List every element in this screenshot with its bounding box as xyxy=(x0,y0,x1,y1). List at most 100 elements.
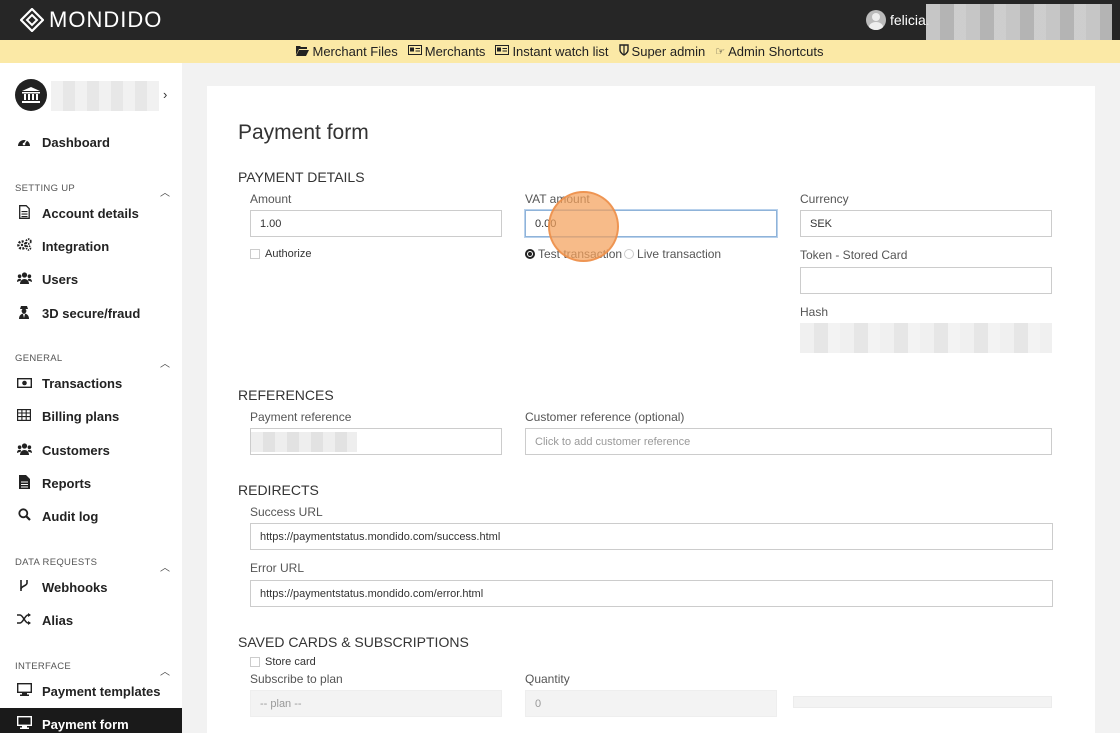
admin-link-super-admin[interactable]: Super admin xyxy=(618,44,706,59)
search-icon xyxy=(16,508,32,524)
redacted-subscription-field[interactable] xyxy=(793,696,1052,708)
sidebar-item-label: Payment form xyxy=(42,716,129,732)
id-card-icon xyxy=(495,45,510,58)
vat-amount-label: VAT amount xyxy=(525,192,590,206)
desktop-icon xyxy=(16,715,32,732)
sidebar-item-payment-form[interactable]: Payment form xyxy=(16,714,176,733)
sidebar-item-label: Webhooks xyxy=(42,579,108,595)
section-heading-payment-details: PAYMENT DETAILS xyxy=(238,169,365,185)
section-label-setting-up: SETTING UP xyxy=(15,183,76,194)
user-name: felicia. xyxy=(890,12,930,28)
brand-name: MONDIDO xyxy=(49,7,163,32)
users-icon xyxy=(16,442,32,458)
store-card-checkbox[interactable]: Store card xyxy=(250,656,316,668)
sidebar-item-audit-log[interactable]: Audit log xyxy=(16,506,176,526)
radio-dot xyxy=(624,249,635,259)
chevron-up-icon[interactable]: ︿ xyxy=(160,355,170,370)
authorize-checkbox[interactable]: Authorize xyxy=(250,248,311,260)
store-card-label: Store card xyxy=(265,656,316,668)
quantity-input[interactable] xyxy=(525,690,777,717)
sidebar-item-users[interactable]: Users xyxy=(16,269,176,289)
radio-label: Live transaction xyxy=(637,247,722,261)
admin-link-merchant-files[interactable]: Merchant Files xyxy=(296,44,398,59)
admin-link-merchants[interactable]: Merchants xyxy=(407,44,485,59)
chevron-up-icon[interactable]: ︿ xyxy=(160,663,170,678)
avatar xyxy=(866,10,886,30)
sidebar-item-label: Alias xyxy=(42,612,74,628)
redacted-user-info xyxy=(926,4,1112,42)
admin-link-label: Super admin xyxy=(631,44,706,59)
section-heading-references: REFERENCES xyxy=(238,387,334,403)
error-url-label: Error URL xyxy=(250,561,305,575)
sidebar-item-label: Payment templates xyxy=(42,683,161,699)
amount-input[interactable] xyxy=(250,210,502,237)
sidebar-item-label: Customers xyxy=(42,442,110,458)
sidebar-item-label: Reports xyxy=(42,475,92,491)
chevron-up-icon[interactable]: ︿ xyxy=(160,559,170,574)
section-label-general: GENERAL xyxy=(15,353,63,364)
sidebar-item-dashboard[interactable]: Dashboard xyxy=(16,132,176,152)
folder-open-icon xyxy=(296,45,310,59)
quantity-label: Quantity xyxy=(525,672,570,686)
sidebar-item-label: Account details xyxy=(42,205,139,221)
sidebar-item-label: 3D secure/fraud xyxy=(42,305,141,321)
user-menu[interactable]: felicia. xyxy=(866,9,930,31)
top-bar: MONDIDO felicia. xyxy=(0,0,1120,42)
authorize-label: Authorize xyxy=(265,248,312,260)
hash-field-redacted[interactable] xyxy=(800,323,1052,353)
admin-link-instant-watch-list[interactable]: Instant watch list xyxy=(495,44,609,59)
subscribe-to-plan-label: Subscribe to plan xyxy=(250,672,343,686)
sidebar-item-label: Audit log xyxy=(42,508,99,524)
redacted-payment-reference xyxy=(251,432,357,452)
shield-icon xyxy=(618,44,629,59)
section-heading-saved-cards: SAVED CARDS & SUBSCRIPTIONS xyxy=(238,634,469,650)
table-icon xyxy=(16,408,32,424)
sidebar-item-billing-plans[interactable]: Billing plans xyxy=(16,406,176,426)
sidebar-item-label: Dashboard xyxy=(42,134,110,150)
document-icon xyxy=(16,204,32,222)
sidebar-item-label: Users xyxy=(42,271,79,287)
payment-reference-input[interactable] xyxy=(250,428,502,455)
money-bill-icon xyxy=(16,376,32,391)
bank-icon xyxy=(15,79,47,111)
customer-reference-input[interactable] xyxy=(525,428,1052,455)
desktop-icon xyxy=(16,682,32,699)
customer-reference-label: Customer reference (optional) xyxy=(525,410,685,424)
sidebar-item-transactions[interactable]: Transactions xyxy=(16,373,176,393)
sidebar-item-payment-templates[interactable]: Payment templates xyxy=(16,681,176,701)
currency-input[interactable] xyxy=(800,210,1052,237)
success-url-label: Success URL xyxy=(250,505,323,519)
sidebar-item-3d-secure-fraud[interactable]: 3D secure/fraud xyxy=(16,303,176,323)
subscribe-plan-select[interactable] xyxy=(250,690,502,717)
admin-link-label: Admin Shortcuts xyxy=(728,44,824,59)
radio-live-transaction[interactable]: Live transaction xyxy=(624,247,721,261)
token-stored-card-label: Token - Stored Card xyxy=(800,248,908,262)
token-stored-card-input[interactable] xyxy=(800,267,1052,294)
vat-amount-input[interactable] xyxy=(525,210,777,237)
checkbox-box xyxy=(250,657,260,667)
transaction-mode-radio-group: Test transaction Live transaction xyxy=(525,247,721,261)
sidebar-item-integration[interactable]: Integration xyxy=(16,236,176,256)
user-secret-icon xyxy=(16,305,32,322)
error-url-input[interactable] xyxy=(250,580,1053,607)
success-url-input[interactable] xyxy=(250,523,1053,550)
id-card-icon xyxy=(407,45,422,58)
admin-bar: Merchant Files Merchants Instant watch l… xyxy=(0,40,1120,63)
payment-reference-label: Payment reference xyxy=(250,410,352,424)
sidebar-item-customers[interactable]: Customers xyxy=(16,440,176,460)
section-heading-redirects: REDIRECTS xyxy=(238,482,319,498)
sidebar-item-reports[interactable]: Reports xyxy=(16,473,176,493)
admin-link-admin-shortcuts[interactable]: ☞ Admin Shortcuts xyxy=(715,44,823,59)
sidebar-item-alias[interactable]: Alias xyxy=(16,610,176,630)
hash-label: Hash xyxy=(800,305,829,319)
brand-logo[interactable]: MONDIDO xyxy=(20,7,163,32)
organization-switcher[interactable]: › xyxy=(15,79,175,113)
chevron-up-icon[interactable]: ︿ xyxy=(160,184,170,199)
admin-link-label: Merchant Files xyxy=(312,44,398,59)
admin-link-label: Instant watch list xyxy=(512,44,609,59)
sidebar-item-account-details[interactable]: Account details xyxy=(16,203,176,223)
sidebar-item-webhooks[interactable]: Webhooks xyxy=(16,577,176,597)
sidebar-item-label: Billing plans xyxy=(42,408,120,424)
radio-test-transaction[interactable]: Test transaction xyxy=(525,247,622,261)
radio-dot xyxy=(525,249,535,259)
